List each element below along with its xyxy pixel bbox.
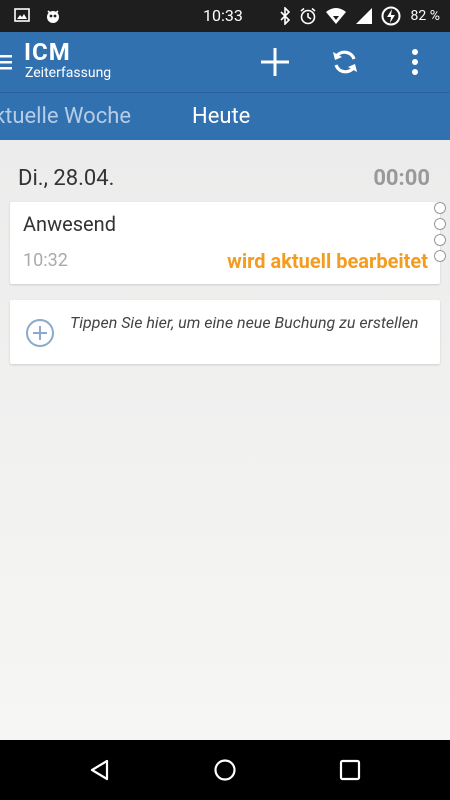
handle-dot xyxy=(434,234,446,246)
add-button[interactable] xyxy=(255,42,295,82)
back-icon xyxy=(90,759,109,781)
add-circle-icon xyxy=(26,319,54,347)
image-icon xyxy=(14,8,30,22)
navigation-bar xyxy=(0,740,450,800)
day-date: Di., 28.04. xyxy=(18,166,115,191)
overflow-menu-button[interactable] xyxy=(395,42,435,82)
home-icon xyxy=(214,759,236,781)
booking-entry-card[interactable]: Anwesend 10:32 wird aktuell bearbeitet xyxy=(10,202,446,284)
recents-icon xyxy=(339,759,361,781)
app-bar: ICM Zeiterfassung xyxy=(0,32,450,92)
day-total: 00:00 xyxy=(373,166,430,191)
entry-time: 10:32 xyxy=(23,250,68,271)
main-content: Di., 28.04. 00:00 Anwesend 10:32 wird ak… xyxy=(0,140,450,740)
handle-dot xyxy=(434,218,446,230)
tab-bar: ktuelle Woche Heute xyxy=(0,92,450,140)
clock: 10:33 xyxy=(203,6,243,25)
alarm-icon xyxy=(300,7,316,25)
status-bar: 10:33 82 % xyxy=(0,0,450,32)
signal-icon xyxy=(355,8,372,24)
entry-title: Anwesend xyxy=(23,212,116,236)
drag-handle[interactable] xyxy=(434,202,446,266)
recents-button[interactable] xyxy=(336,756,364,784)
add-booking-card[interactable]: Tippen Sie hier, um eine neue Buchung zu… xyxy=(10,300,440,364)
menu-icon[interactable] xyxy=(0,52,14,72)
sync-button[interactable] xyxy=(325,42,365,82)
bluetooth-icon xyxy=(279,7,290,25)
battery-percent: 82 % xyxy=(410,8,440,24)
back-button[interactable] xyxy=(86,756,114,784)
handle-dot xyxy=(434,250,446,262)
add-booking-text: Tippen Sie hier, um eine neue Buchung zu… xyxy=(70,313,419,332)
day-header: Di., 28.04. 00:00 xyxy=(18,166,430,196)
home-button[interactable] xyxy=(211,756,239,784)
entry-status: wird aktuell bearbeitet xyxy=(227,249,428,273)
wifi-icon xyxy=(325,8,346,24)
tab-aktuelle-woche[interactable]: ktuelle Woche xyxy=(0,103,131,131)
add-icon xyxy=(261,48,289,76)
overflow-menu-icon xyxy=(412,49,418,75)
battery-charging-icon xyxy=(381,6,401,26)
handle-dot xyxy=(434,202,446,214)
sync-icon xyxy=(333,50,357,74)
notification-bug-icon xyxy=(47,10,59,23)
tab-heute[interactable]: Heute xyxy=(192,103,250,131)
app-title: ICM xyxy=(24,38,71,66)
app-subtitle: Zeiterfassung xyxy=(25,65,112,81)
